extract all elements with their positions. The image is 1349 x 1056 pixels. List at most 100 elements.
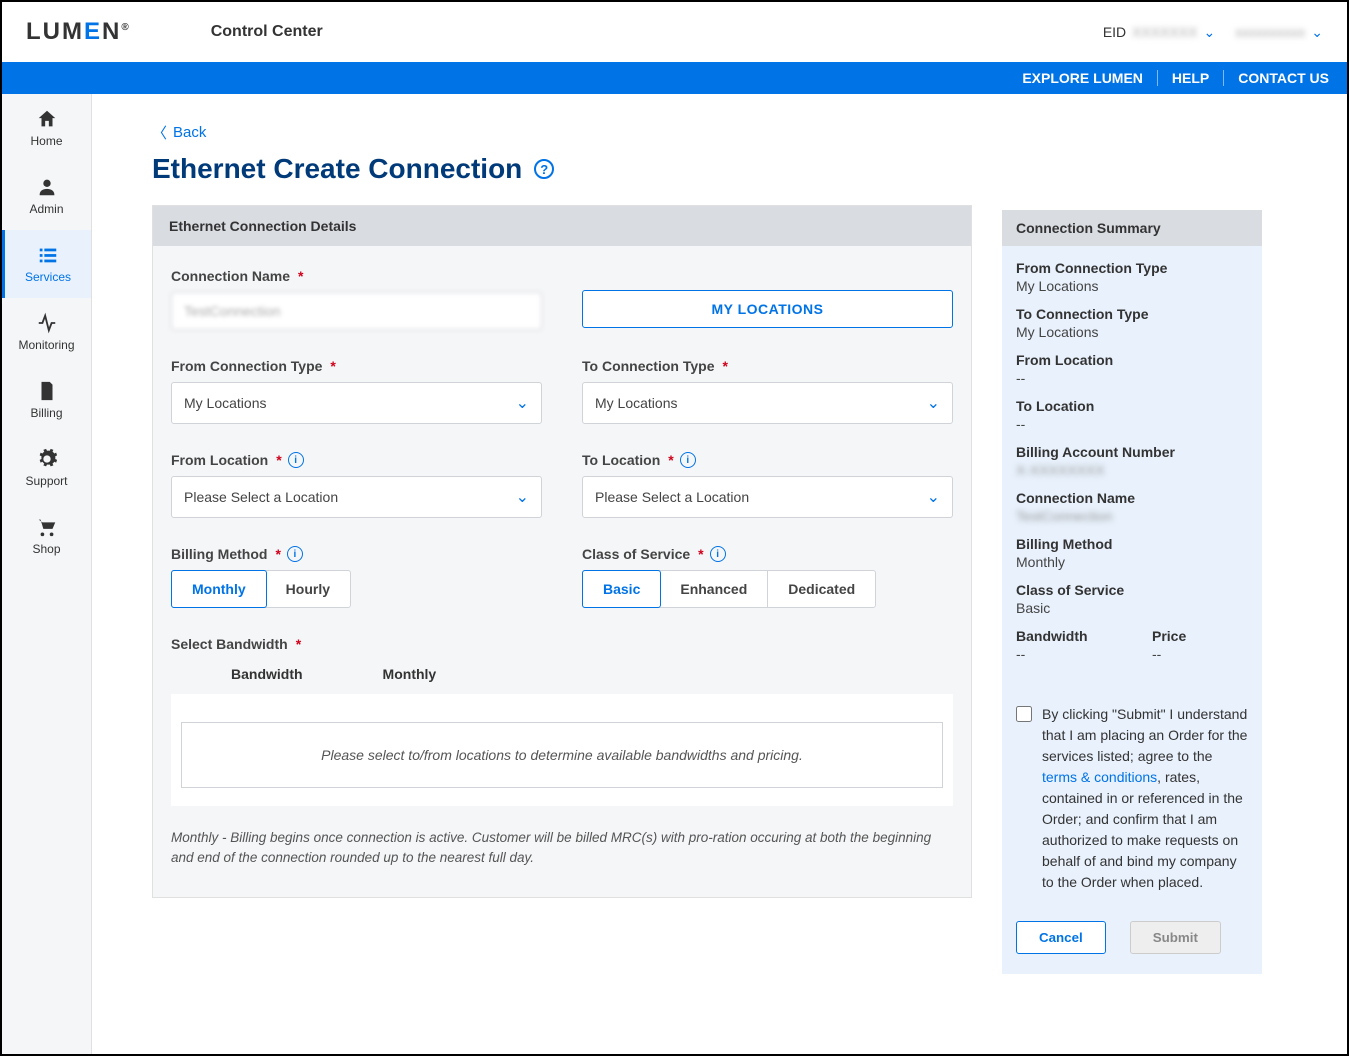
sidebar-item-label: Billing (30, 406, 62, 420)
to-conn-type-select[interactable]: My Locations ⌄ (582, 382, 953, 424)
summary-header: Connection Summary (1002, 210, 1262, 246)
summary-value: My Locations (1016, 278, 1248, 294)
bandwidth-col-header: Bandwidth (231, 666, 303, 682)
summary-value: Monthly (1016, 554, 1248, 570)
summary-value: -- (1016, 370, 1248, 386)
eid-value: XXXXXXX (1132, 24, 1197, 40)
info-icon[interactable]: i (710, 546, 726, 562)
summary-value: -- (1016, 646, 1112, 662)
page-title-text: Ethernet Create Connection (152, 153, 522, 185)
chevron-down-icon: ⌄ (927, 487, 940, 507)
from-conn-type-select[interactable]: My Locations ⌄ (171, 382, 542, 424)
help-link[interactable]: HELP (1158, 70, 1224, 86)
chevron-down-icon: ⌄ (927, 393, 940, 413)
summary-value: -- (1152, 646, 1248, 662)
connection-name-input[interactable] (171, 292, 542, 330)
chevron-down-icon: ⌄ (516, 487, 529, 507)
consent-text: By clicking "Submit" I understand that I… (1042, 704, 1248, 893)
cos-basic[interactable]: Basic (582, 570, 661, 608)
app-title: Control Center (211, 23, 1103, 41)
sidebar-item-label: Admin (29, 202, 63, 216)
cos-label: Class of Service* i (582, 546, 953, 562)
bandwidth-label: Select Bandwidth* (171, 636, 953, 652)
summary-label: From Location (1016, 352, 1248, 368)
summary-value: My Locations (1016, 324, 1248, 340)
terms-link[interactable]: terms & conditions (1042, 769, 1157, 785)
utility-bar: EXPLORE LUMEN HELP CONTACT US (2, 62, 1347, 94)
page-title: Ethernet Create Connection ? (152, 153, 972, 185)
back-label: Back (173, 124, 206, 141)
explore-link[interactable]: EXPLORE LUMEN (1008, 70, 1158, 86)
chevron-down-icon: ⌄ (516, 393, 529, 413)
billing-method-label: Billing Method* i (171, 546, 542, 562)
info-icon[interactable]: i (288, 452, 304, 468)
to-conn-type-value: My Locations (595, 395, 677, 411)
from-conn-type-label: From Connection Type* (171, 358, 542, 374)
cos-enhanced[interactable]: Enhanced (660, 571, 768, 607)
user-dropdown[interactable]: xxxxxxxxxx ⌄ (1235, 24, 1323, 41)
summary-value: TestConnection (1016, 508, 1248, 524)
eid-dropdown[interactable]: EID XXXXXXX ⌄ (1103, 24, 1215, 41)
chevron-down-icon: ⌄ (1311, 24, 1323, 41)
contact-link[interactable]: CONTACT US (1224, 70, 1329, 86)
list-icon (37, 244, 59, 266)
from-location-select[interactable]: Please Select a Location ⌄ (171, 476, 542, 518)
cos-dedicated[interactable]: Dedicated (768, 571, 875, 607)
cart-icon (36, 516, 58, 538)
home-icon (36, 108, 58, 130)
sidebar-item-admin[interactable]: Admin (2, 162, 91, 230)
chevron-down-icon: ⌄ (1204, 24, 1216, 41)
summary-label: Billing Method (1016, 536, 1248, 552)
sidebar-item-services[interactable]: Services (2, 230, 91, 298)
left-nav: Home Admin Services Monitoring Billing (2, 94, 92, 1054)
user-value: xxxxxxxxxx (1235, 24, 1305, 40)
submit-button[interactable]: Submit (1130, 921, 1221, 954)
activity-icon (36, 312, 58, 334)
from-conn-type-value: My Locations (184, 395, 266, 411)
gear-icon (36, 448, 58, 470)
sidebar-item-shop[interactable]: Shop (2, 502, 91, 570)
logo-post: N (102, 18, 121, 45)
help-icon[interactable]: ? (534, 159, 554, 179)
billing-method-monthly[interactable]: Monthly (171, 570, 267, 608)
summary-value: -- (1016, 416, 1248, 432)
billing-footnote: Monthly - Billing begins once connection… (171, 828, 953, 869)
logo: LUMEN® (26, 18, 131, 46)
from-location-label: From Location* i (171, 452, 542, 468)
sidebar-item-label: Shop (32, 542, 60, 556)
to-location-value: Please Select a Location (595, 489, 749, 505)
summary-label: Connection Name (1016, 490, 1248, 506)
consent-checkbox[interactable] (1016, 706, 1032, 722)
summary-value: X-XXXXXXXX (1016, 462, 1248, 478)
info-icon[interactable]: i (287, 546, 303, 562)
sidebar-item-billing[interactable]: Billing (2, 366, 91, 434)
sidebar-item-home[interactable]: Home (2, 94, 91, 162)
billing-method-hourly[interactable]: Hourly (266, 571, 350, 607)
sidebar-item-label: Monitoring (18, 338, 74, 352)
info-icon[interactable]: i (680, 452, 696, 468)
bandwidth-empty-message: Please select to/from locations to deter… (181, 722, 943, 788)
sidebar-item-label: Home (30, 134, 62, 148)
summary-label: Class of Service (1016, 582, 1248, 598)
eid-label: EID (1103, 24, 1126, 40)
sidebar-item-label: Services (25, 270, 71, 284)
summary-label: To Connection Type (1016, 306, 1248, 322)
back-link[interactable]: 〈 Back (152, 122, 972, 143)
sidebar-item-monitoring[interactable]: Monitoring (2, 298, 91, 366)
header-right: EID XXXXXXX ⌄ xxxxxxxxxx ⌄ (1103, 24, 1323, 41)
from-location-value: Please Select a Location (184, 489, 338, 505)
cos-segment: Basic Enhanced Dedicated (582, 570, 876, 608)
to-location-select[interactable]: Please Select a Location ⌄ (582, 476, 953, 518)
summary-body: From Connection Type My Locations To Con… (1002, 246, 1262, 974)
cancel-button[interactable]: Cancel (1016, 921, 1106, 954)
user-icon (36, 176, 58, 198)
my-locations-button[interactable]: MY LOCATIONS (582, 290, 953, 328)
to-conn-type-label: To Connection Type* (582, 358, 953, 374)
summary-value: Basic (1016, 600, 1248, 616)
connection-name-label: Connection Name* (171, 268, 542, 284)
consent-block: By clicking "Submit" I understand that I… (1016, 704, 1248, 893)
details-card: Ethernet Connection Details Connection N… (152, 205, 972, 898)
logo-e: E (84, 18, 102, 45)
sidebar-item-support[interactable]: Support (2, 434, 91, 502)
sidebar-item-label: Support (25, 474, 67, 488)
